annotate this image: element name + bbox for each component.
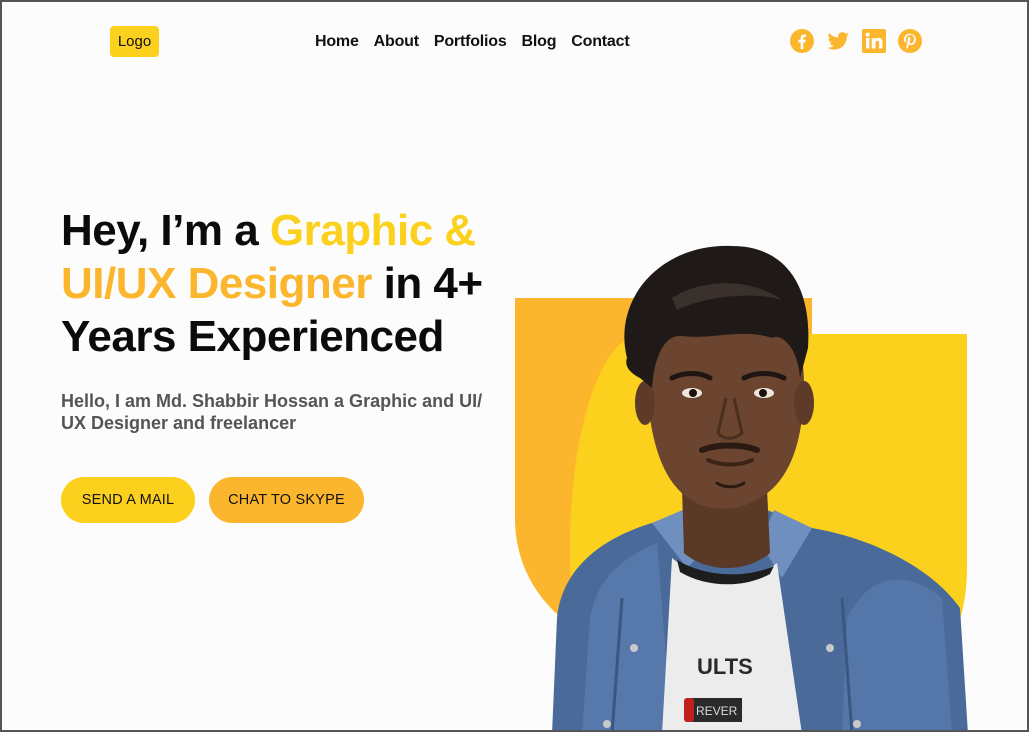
- hero-intro: Hello, I am Md. Shabbir Hossan a Graphic…: [61, 391, 483, 433]
- shirt-badge-text: REVER: [696, 704, 738, 718]
- facebook-icon[interactable]: [789, 28, 815, 54]
- hero-portrait-area: ULTS REVER: [512, 238, 972, 730]
- send-mail-button[interactable]: SEND A MAIL: [61, 477, 195, 523]
- main-nav: Home About Portfolios Blog Contact: [315, 32, 644, 52]
- nav-about[interactable]: About: [374, 32, 419, 52]
- headline-part3: Years Experienced: [61, 312, 444, 361]
- logo[interactable]: Logo: [110, 26, 159, 57]
- headline-part2: in 4+: [371, 259, 483, 308]
- page-frame: Logo Home About Portfolios Blog Contact …: [0, 0, 1029, 732]
- nav-contact[interactable]: Contact: [571, 32, 629, 52]
- twitter-icon[interactable]: [825, 28, 851, 54]
- hero-portrait: ULTS REVER: [515, 245, 968, 730]
- shirt-print-text: ULTS: [697, 654, 753, 679]
- hero-headline: Hey, I’m a Graphic & UI/UX Designer in 4…: [61, 204, 531, 363]
- nav-blog[interactable]: Blog: [522, 32, 557, 52]
- headline-highlight-graphic: Graphic &: [269, 206, 476, 255]
- social-links: [789, 28, 923, 54]
- headline-highlight-uiux: UI/UX Designer: [61, 259, 372, 308]
- chat-skype-button[interactable]: CHAT TO SKYPE: [209, 477, 364, 523]
- headline-part1: Hey, I’m a: [61, 206, 270, 255]
- linkedin-icon[interactable]: [861, 28, 887, 54]
- pinterest-icon[interactable]: [897, 28, 923, 54]
- nav-portfolios[interactable]: Portfolios: [434, 32, 507, 52]
- nav-home[interactable]: Home: [315, 32, 359, 52]
